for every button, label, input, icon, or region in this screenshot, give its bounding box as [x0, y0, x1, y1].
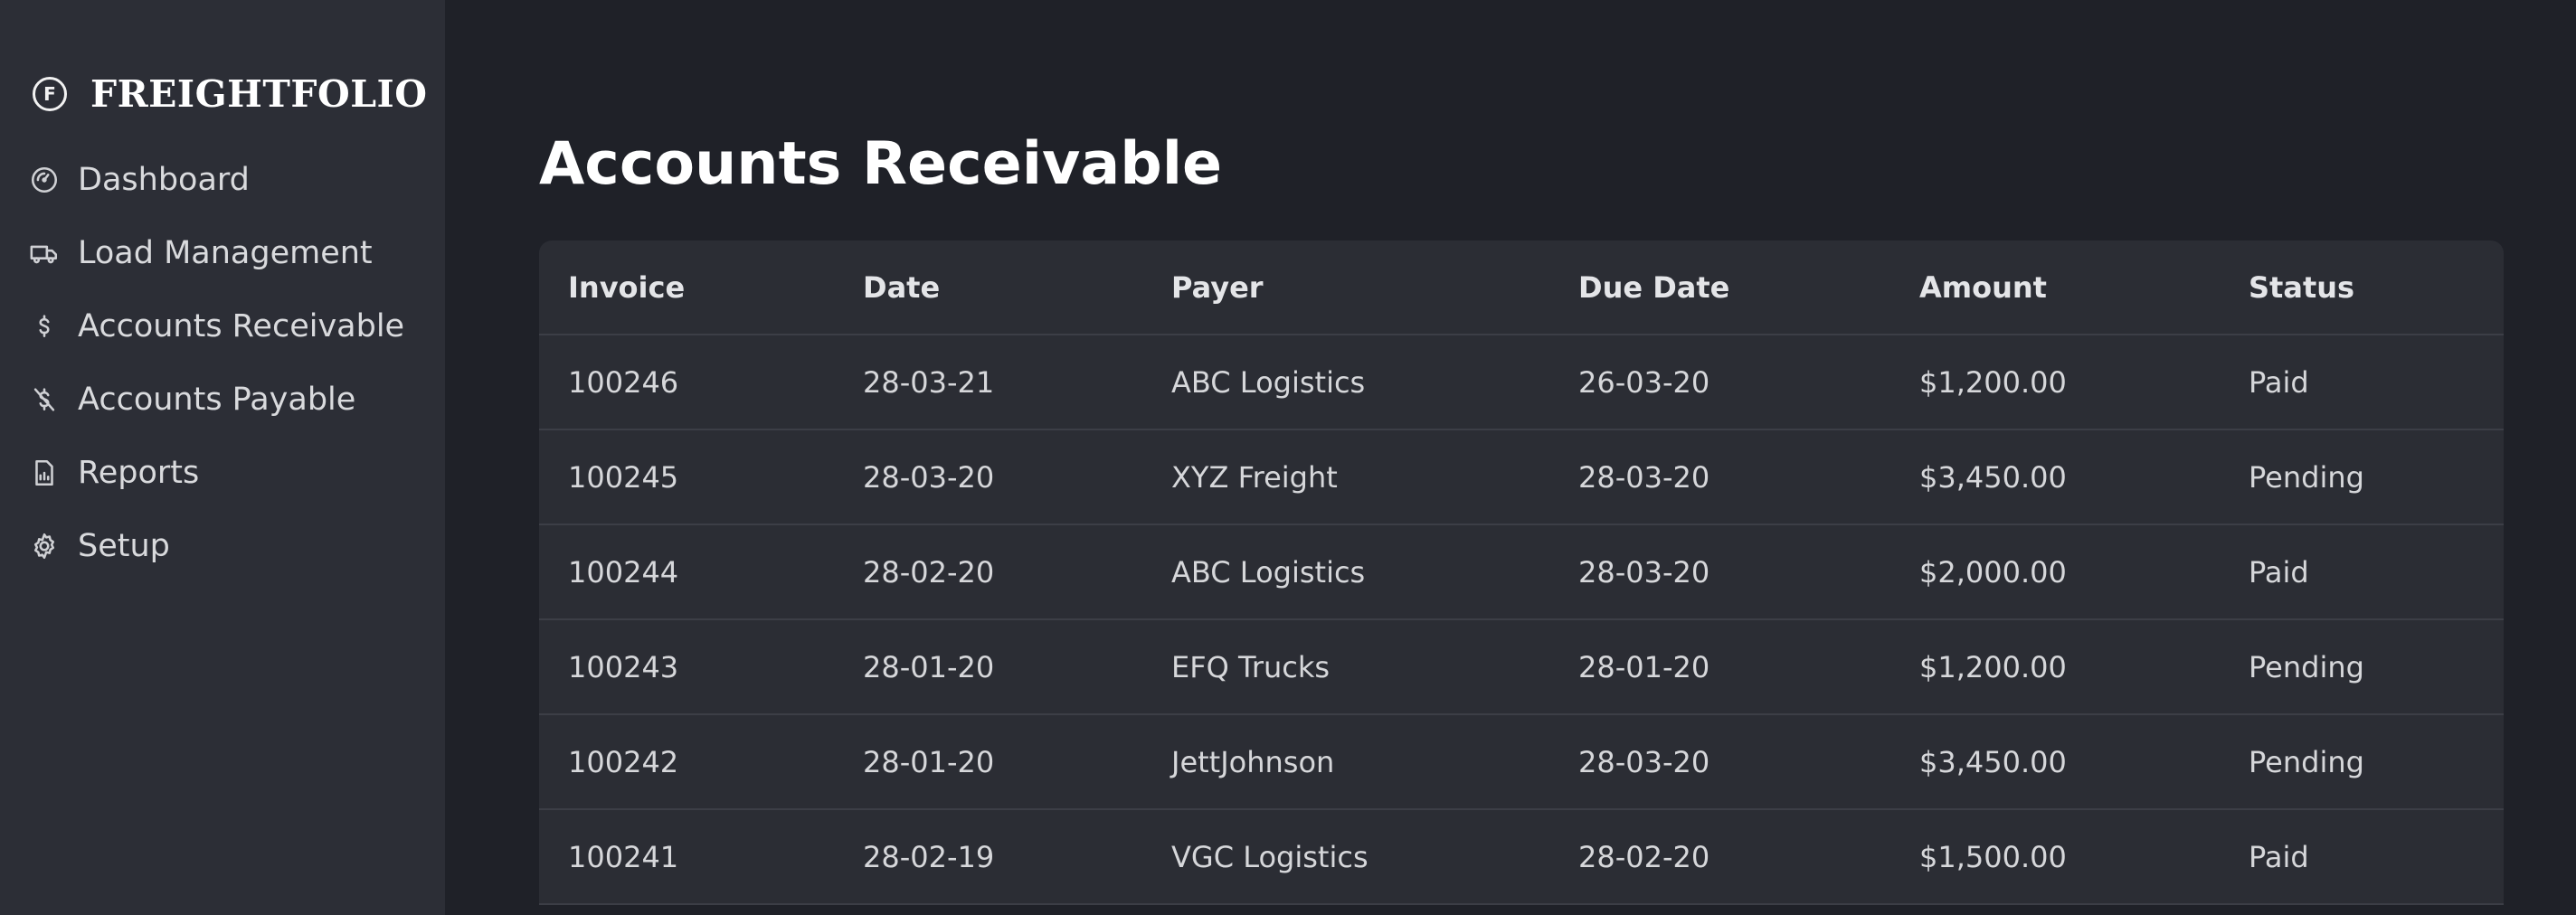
table-row[interactable]: 100244 28-02-20 ABC Logistics 28-03-20 $… [539, 524, 2504, 620]
sidebar-item-label: Reports [78, 454, 200, 491]
brand-name: FREIGHTFOLIO [90, 72, 428, 116]
cell-status: Paid [2220, 524, 2504, 620]
cell-date: 28-03-21 [834, 335, 1142, 430]
cell-due-date: 28-03-20 [1549, 524, 1890, 620]
main-content: Accounts Receivable Invoice Date Payer D… [445, 0, 2576, 915]
cell-payer: ABC Logistics [1142, 524, 1549, 620]
cell-date: 28-01-20 [834, 714, 1142, 810]
column-header-payer[interactable]: Payer [1142, 241, 1549, 335]
cell-invoice: 100244 [539, 524, 834, 620]
gear-icon [29, 531, 60, 561]
column-header-invoice[interactable]: Invoice [539, 241, 834, 335]
cell-date: 28-02-20 [834, 524, 1142, 620]
cell-amount: $3,450.00 [1890, 714, 2220, 810]
invoices-table: Invoice Date Payer Due Date Amount Statu… [539, 241, 2504, 905]
sidebar-item-accounts-receivable[interactable]: Accounts Receivable [0, 289, 445, 363]
cell-invoice: 100241 [539, 809, 834, 905]
cell-invoice: 100243 [539, 619, 834, 715]
cell-payer: ABC Logistics [1142, 335, 1549, 430]
sidebar-item-dashboard[interactable]: Dashboard [0, 143, 445, 216]
app-root: F FREIGHTFOLIO Dashboard Load Management [0, 0, 2576, 915]
sidebar-item-label: Dashboard [78, 161, 250, 198]
sidebar-nav: Dashboard Load Management Accounts Recei… [0, 143, 445, 582]
report-icon [29, 458, 60, 488]
cell-due-date: 26-03-20 [1549, 335, 1890, 430]
invoices-table-card: Invoice Date Payer Due Date Amount Statu… [539, 241, 2504, 905]
cell-invoice: 100246 [539, 335, 834, 430]
cell-status: Pending [2220, 714, 2504, 810]
column-header-amount[interactable]: Amount [1890, 241, 2220, 335]
sidebar-item-accounts-payable[interactable]: Accounts Payable [0, 363, 445, 436]
page-title: Accounts Receivable [539, 130, 1223, 198]
cell-status: Pending [2220, 429, 2504, 525]
cell-payer: JettJohnson [1142, 714, 1549, 810]
cell-amount: $1,200.00 [1890, 335, 2220, 430]
table-row[interactable]: 100246 28-03-21 ABC Logistics 26-03-20 $… [539, 335, 2504, 430]
sidebar: F FREIGHTFOLIO Dashboard Load Management [0, 0, 445, 915]
dollar-off-icon [29, 384, 60, 415]
cell-status: Pending [2220, 619, 2504, 715]
column-header-status[interactable]: Status [2220, 241, 2504, 335]
cell-payer: XYZ Freight [1142, 429, 1549, 525]
table-row[interactable]: 100245 28-03-20 XYZ Freight 28-03-20 $3,… [539, 429, 2504, 525]
truck-icon [29, 238, 60, 269]
cell-invoice: 100242 [539, 714, 834, 810]
table-row[interactable]: 100241 28-02-19 VGC Logistics 28-02-20 $… [539, 809, 2504, 905]
cell-payer: EFQ Trucks [1142, 619, 1549, 715]
table-row[interactable]: 100242 28-01-20 JettJohnson 28-03-20 $3,… [539, 714, 2504, 810]
table-row[interactable]: 100243 28-01-20 EFQ Trucks 28-01-20 $1,2… [539, 619, 2504, 715]
column-header-due-date[interactable]: Due Date [1549, 241, 1890, 335]
cell-date: 28-02-19 [834, 809, 1142, 905]
cell-status: Paid [2220, 335, 2504, 430]
cell-due-date: 28-02-20 [1549, 809, 1890, 905]
cell-date: 28-03-20 [834, 429, 1142, 525]
cell-due-date: 28-01-20 [1549, 619, 1890, 715]
cell-payer: VGC Logistics [1142, 809, 1549, 905]
table-body: 100246 28-03-21 ABC Logistics 26-03-20 $… [539, 335, 2504, 905]
sidebar-item-setup[interactable]: Setup [0, 509, 445, 582]
sidebar-item-load-management[interactable]: Load Management [0, 216, 445, 289]
sidebar-item-label: Load Management [78, 234, 373, 271]
cell-amount: $2,000.00 [1890, 524, 2220, 620]
cell-status: Paid [2220, 809, 2504, 905]
cell-amount: $3,450.00 [1890, 429, 2220, 525]
cell-date: 28-01-20 [834, 619, 1142, 715]
cell-due-date: 28-03-20 [1549, 429, 1890, 525]
table-header: Invoice Date Payer Due Date Amount Statu… [539, 241, 2504, 335]
brand[interactable]: F FREIGHTFOLIO [0, 65, 445, 123]
sidebar-item-label: Setup [78, 527, 170, 564]
sidebar-item-label: Accounts Receivable [78, 307, 405, 344]
gauge-icon [29, 165, 60, 195]
brand-logo-icon: F [33, 77, 67, 111]
dollar-icon [29, 311, 60, 342]
cell-due-date: 28-03-20 [1549, 714, 1890, 810]
cell-amount: $1,200.00 [1890, 619, 2220, 715]
sidebar-item-label: Accounts Payable [78, 381, 356, 418]
table-header-row: Invoice Date Payer Due Date Amount Statu… [539, 241, 2504, 335]
cell-amount: $1,500.00 [1890, 809, 2220, 905]
sidebar-item-reports[interactable]: Reports [0, 436, 445, 509]
cell-invoice: 100245 [539, 429, 834, 525]
column-header-date[interactable]: Date [834, 241, 1142, 335]
